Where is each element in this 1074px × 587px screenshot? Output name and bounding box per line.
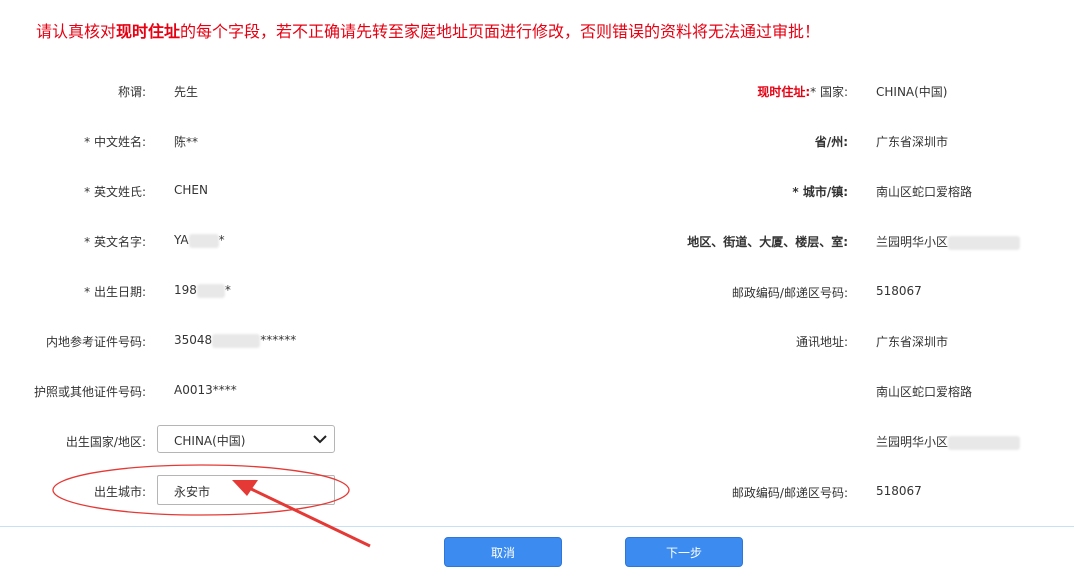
province-value: 广东省深圳市 [876, 135, 949, 149]
chinese-name-value: 陈** [174, 135, 199, 149]
cancel-button[interactable]: 取消 [444, 537, 562, 567]
mailing-line2: 南山区蛇口爱榕路 [876, 385, 973, 399]
notice-suffix: 的每个字段，若不正确请先转至家庭地址页面进行修改，否则错误的资料将无法通过审批！ [180, 22, 821, 41]
country-value: CHINA(中国) [876, 85, 948, 99]
country-label: 现时住址:* 国家: [757, 85, 848, 99]
english-surname-value: CHEN [174, 183, 208, 197]
redaction-blur [188, 233, 219, 248]
english-given-value: YA * [174, 233, 225, 248]
city-value: 南山区蛇口爱榕路 [876, 185, 973, 199]
redaction-blur [196, 283, 225, 298]
birth-city-value: 永安市 [174, 485, 211, 499]
review-notice: 请认真核对现时住址的每个字段，若不正确请先转至家庭地址页面进行修改，否则错误的资… [36, 18, 820, 42]
current-address-label: 现时住址: [757, 85, 811, 99]
mailing-line3: 兰园明华小区 [876, 433, 1021, 450]
chinese-name-label: * 中文姓名: [84, 135, 146, 149]
postcode-value: 518067 [876, 284, 922, 298]
notice-highlight: 现时住址 [116, 22, 181, 41]
district-value: 兰园明华小区 [876, 233, 1021, 250]
passport-value: A0013**** [174, 383, 237, 397]
passport-label: 护照或其他证件号码: [33, 385, 146, 399]
redaction-blur [948, 435, 1021, 450]
mainland-id-value: 35048 ****** [174, 333, 297, 348]
redaction-blur [948, 235, 1021, 250]
english-given-label: * 英文名字: [84, 235, 146, 249]
redaction-blur [212, 333, 261, 348]
title-label: 称谓: [117, 85, 146, 99]
province-label: 省/州: [814, 135, 848, 149]
birth-city-label: 出生城市: [93, 485, 146, 499]
english-surname-label: * 英文姓氏: [84, 185, 146, 199]
title-value: 先生 [174, 85, 199, 99]
mailing-postcode-label: 邮政编码/邮递区号码: [731, 486, 848, 500]
birth-country-label: 出生国家/地区: [65, 435, 146, 449]
next-step-button[interactable]: 下一步 [625, 537, 743, 567]
mailing-line1: 广东省深圳市 [876, 335, 949, 349]
postcode-label: 邮政编码/邮递区号码: [731, 286, 848, 300]
birth-date-value: 198 * [174, 283, 231, 298]
district-label: 地区、街道、大厦、楼层、室: [687, 235, 848, 249]
birth-date-label: * 出生日期: [84, 285, 146, 299]
notice-prefix: 请认真核对 [36, 22, 117, 41]
mainland-id-label: 内地参考证件号码: [45, 335, 146, 349]
city-label: * 城市/镇: [792, 185, 848, 199]
birth-country-select[interactable]: CHINA(中国) [157, 425, 335, 453]
mailing-postcode-value: 518067 [876, 484, 922, 498]
birth-country-selected: CHINA(中国) [174, 434, 246, 448]
mailing-address-label: 通讯地址: [795, 335, 848, 349]
birth-city-input[interactable]: 永安市 [157, 475, 335, 505]
chevron-down-icon [313, 435, 327, 444]
footer-divider [0, 526, 1074, 527]
